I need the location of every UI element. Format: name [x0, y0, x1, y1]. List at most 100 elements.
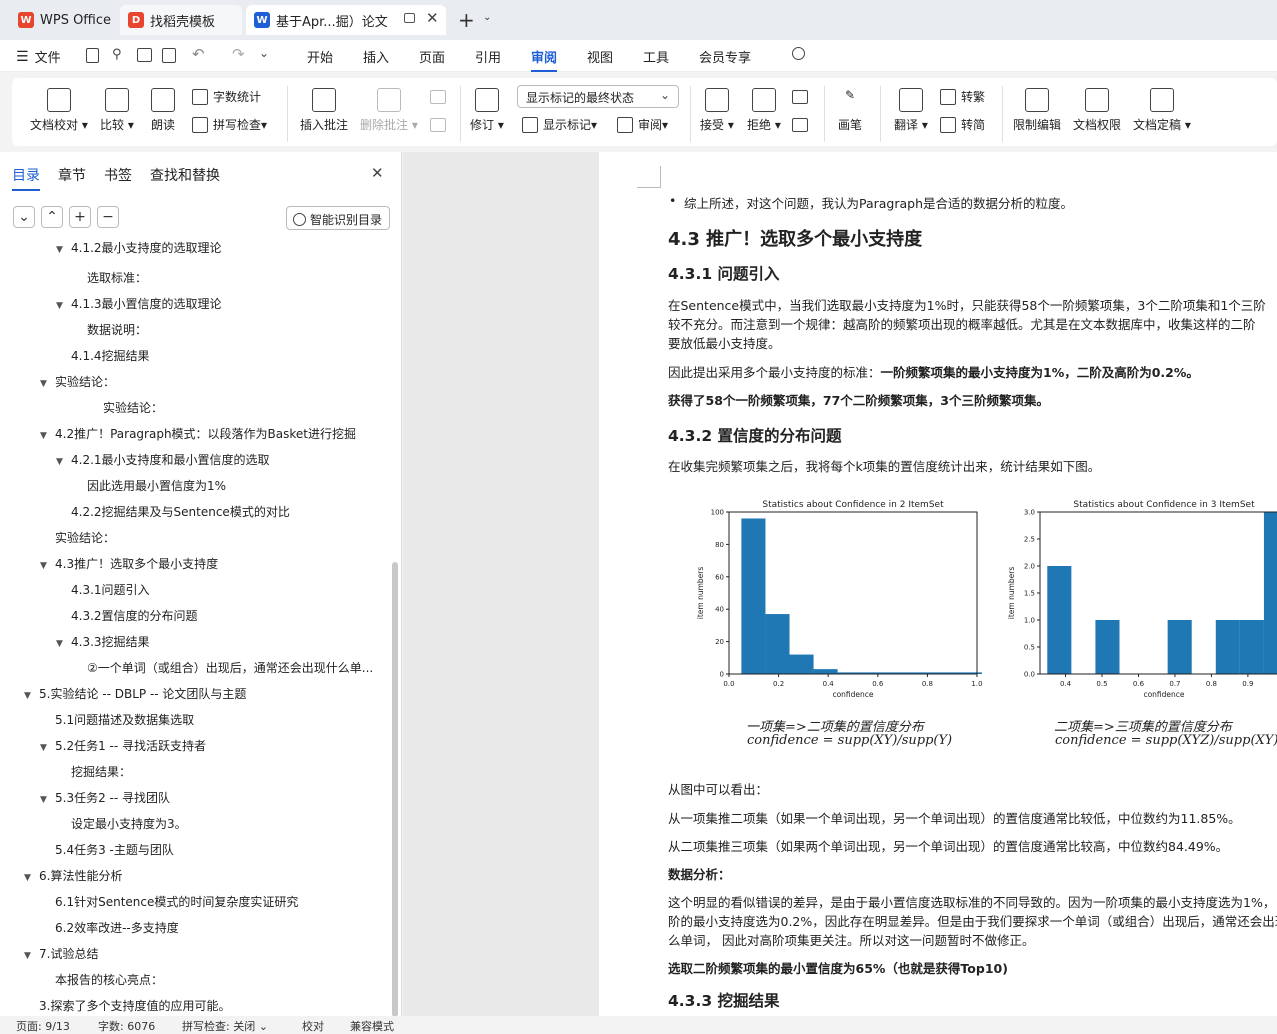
translate-button[interactable]: 翻译 ▾ — [894, 88, 928, 133]
panel-scrollbar[interactable] — [392, 562, 398, 1016]
close-panel-icon[interactable]: ✕ — [371, 164, 384, 182]
status-word-count[interactable]: 字数: 6076 — [98, 1018, 155, 1034]
new-tab-icon[interactable]: + — [458, 8, 475, 32]
expand-caret-icon[interactable]: ▼ — [56, 245, 68, 255]
toc-item[interactable]: ▼ 实验结论： — [40, 373, 115, 390]
insert-comment-button[interactable]: 插入批注 — [300, 88, 348, 133]
spell-check-button[interactable]: 拼写检查 ▾ — [192, 116, 267, 133]
expand-caret-icon[interactable]: ▼ — [56, 639, 68, 649]
toc-item[interactable]: ▼ 5.2任务1 -- 寻找活跃支持者 — [40, 737, 206, 754]
print-preview-icon[interactable] — [162, 48, 176, 63]
doc-finalize-button[interactable]: 文档定稿 ▾ — [1133, 88, 1191, 133]
toc-item[interactable]: ▼ 4.3推广！选取多个最小支持度 — [40, 555, 218, 572]
prev-revision-icon[interactable] — [792, 90, 808, 104]
menu-member[interactable]: 会员专享 — [699, 47, 751, 66]
expand-caret-icon[interactable]: ▼ — [40, 743, 52, 753]
redo-icon[interactable]: ↷ — [232, 45, 245, 63]
menu-reference[interactable]: 引用 — [475, 47, 501, 66]
review-pane-button[interactable]: 审阅 ▾ — [617, 116, 668, 133]
toc-item[interactable]: 设定最小支持度为3。 — [71, 815, 187, 832]
menu-page[interactable]: 页面 — [419, 47, 445, 66]
read-aloud-button[interactable]: 朗读 — [151, 88, 175, 133]
to-traditional-button[interactable]: 转繁 — [940, 88, 985, 105]
toc-item[interactable]: ▼ 4.3.3挖掘结果 — [56, 633, 150, 650]
word-count-button[interactable]: 字数统计 — [192, 88, 261, 105]
toc-item[interactable]: 4.3.2置信度的分布问题 — [71, 607, 198, 624]
delete-comment-button[interactable]: 删除批注 ▾ — [360, 88, 418, 133]
toc-item[interactable]: 本报告的核心亮点： — [55, 971, 163, 988]
collapse-up-button[interactable]: ⌃ — [41, 206, 63, 228]
toc-item[interactable]: 6.1针对Sentence模式的时间复杂度实证研究 — [55, 893, 298, 910]
expand-caret-icon[interactable]: ▼ — [24, 691, 36, 701]
toc-item[interactable]: ▼ 4.1.3最小置信度的选取理论 — [56, 295, 222, 312]
toc-item[interactable]: 4.2.2挖掘结果及与Sentence模式的对比 — [71, 503, 290, 520]
revision-button[interactable]: 修订 ▾ — [470, 88, 504, 133]
reject-button[interactable]: 拒绝 ▾ — [747, 88, 781, 133]
next-revision-icon[interactable] — [792, 118, 808, 132]
toc-item[interactable]: 因此选用最小置信度为1% — [87, 477, 226, 494]
menu-tools[interactable]: 工具 — [643, 47, 669, 66]
status-spell-check[interactable]: 拼写检查: 关闭 ⌄ — [182, 1018, 268, 1034]
search-icon[interactable] — [792, 47, 805, 60]
tab-docer-template[interactable]: D 找稻壳模板 — [120, 5, 242, 35]
toc-item[interactable]: 数据说明： — [87, 321, 147, 338]
status-page[interactable]: 页面: 9/13 — [16, 1018, 70, 1034]
toc-item[interactable]: 4.3.1问题引入 — [71, 581, 150, 598]
close-tab-icon[interactable]: ✕ — [426, 9, 439, 27]
toc-item[interactable]: ▼ 5.实验结论 -- DBLP -- 论文团队与主题 — [24, 685, 246, 702]
tab-list-chevron-icon[interactable]: ⌄ — [483, 12, 491, 23]
expand-caret-icon[interactable]: ▼ — [24, 873, 36, 883]
menu-insert[interactable]: 插入 — [363, 47, 389, 66]
expand-caret-icon[interactable]: ▼ — [40, 561, 52, 571]
status-proof[interactable]: 校对 — [302, 1018, 324, 1034]
pen-button[interactable]: ✎ 画笔 — [838, 88, 862, 133]
expand-caret-icon[interactable]: ▼ — [40, 795, 52, 805]
panel-tab-find-replace[interactable]: 查找和替换 — [150, 165, 220, 185]
collapse-down-button[interactable]: ⌄ — [13, 206, 35, 228]
toc-item[interactable]: ②一个单词（或组合）出现后，通常还会出现什么单... — [87, 659, 373, 676]
compare-button[interactable]: 比较 ▾ — [100, 88, 134, 133]
to-simplified-button[interactable]: 转简 — [940, 116, 985, 133]
markup-state-select[interactable]: 显示标记的最终状态 ⌄ — [517, 85, 679, 108]
expand-caret-icon[interactable]: ▼ — [56, 457, 68, 467]
prev-comment-icon[interactable] — [430, 90, 446, 104]
toc-item[interactable]: ▼ 4.2推广！Paragraph模式：以段落作为Basket进行挖掘 — [40, 425, 356, 442]
show-markup-button[interactable]: 显示标记 ▾ — [522, 116, 597, 133]
tab-wps-office[interactable]: W WPS Office — [10, 5, 115, 35]
toc-item[interactable]: 实验结论： — [103, 399, 163, 416]
link-icon[interactable]: ⚲ — [112, 47, 122, 62]
save-icon[interactable] — [86, 48, 99, 63]
panel-tab-toc[interactable]: 目录 — [12, 165, 40, 191]
toc-item[interactable]: 实验结论： — [55, 529, 115, 546]
toc-item[interactable]: 5.4任务3 -主题与团队 — [55, 841, 174, 858]
panel-tab-chapter[interactable]: 章节 — [58, 165, 86, 185]
expand-level-button[interactable]: + — [69, 206, 91, 228]
tab-document[interactable]: W 基于Apr...掘）论文 ✕ — [246, 5, 446, 35]
smart-toc-button[interactable]: 智能识别目录 — [286, 206, 390, 230]
toc-item[interactable]: 4.1.4挖掘结果 — [71, 347, 150, 364]
toc-item[interactable]: ▼ 5.3任务2 -- 寻找团队 — [40, 789, 170, 806]
doc-check-button[interactable]: 文档校对 ▾ — [30, 88, 88, 133]
toc-item[interactable]: ▼ 4.2.1最小支持度和最小置信度的选取 — [56, 451, 270, 468]
toc-item[interactable]: ▼ 7.试验总结 — [24, 945, 98, 962]
toc-item[interactable]: 选取标准： — [87, 269, 147, 286]
panel-tab-bookmark[interactable]: 书签 — [104, 165, 132, 185]
toc-item[interactable]: 3.探索了多个支持度值的应用可能。 — [39, 997, 230, 1014]
menu-review[interactable]: 审阅 — [531, 47, 558, 72]
expand-caret-icon[interactable]: ▼ — [24, 951, 36, 961]
accept-button[interactable]: 接受 ▾ — [700, 88, 734, 133]
expand-caret-icon[interactable]: ▼ — [40, 431, 52, 441]
file-menu[interactable]: ☰ 文件 — [16, 47, 61, 67]
undo-icon[interactable]: ↶ — [192, 45, 205, 63]
next-comment-icon[interactable] — [430, 118, 446, 132]
doc-permission-button[interactable]: 文档权限 — [1073, 88, 1121, 133]
restrict-edit-button[interactable]: 限制编辑 — [1013, 88, 1061, 133]
toc-item[interactable]: 6.2效率改进--多支持度 — [55, 919, 179, 936]
window-restore-icon[interactable] — [404, 13, 415, 23]
expand-caret-icon[interactable]: ▼ — [56, 301, 68, 311]
toc-item[interactable]: 挖掘结果： — [71, 763, 131, 780]
menu-view[interactable]: 视图 — [587, 47, 613, 66]
toc-item[interactable]: 5.1问题描述及数据集选取 — [55, 711, 194, 728]
expand-caret-icon[interactable]: ▼ — [40, 379, 52, 389]
toc-item[interactable]: ▼ 4.1.2最小支持度的选取理论 — [56, 239, 222, 256]
